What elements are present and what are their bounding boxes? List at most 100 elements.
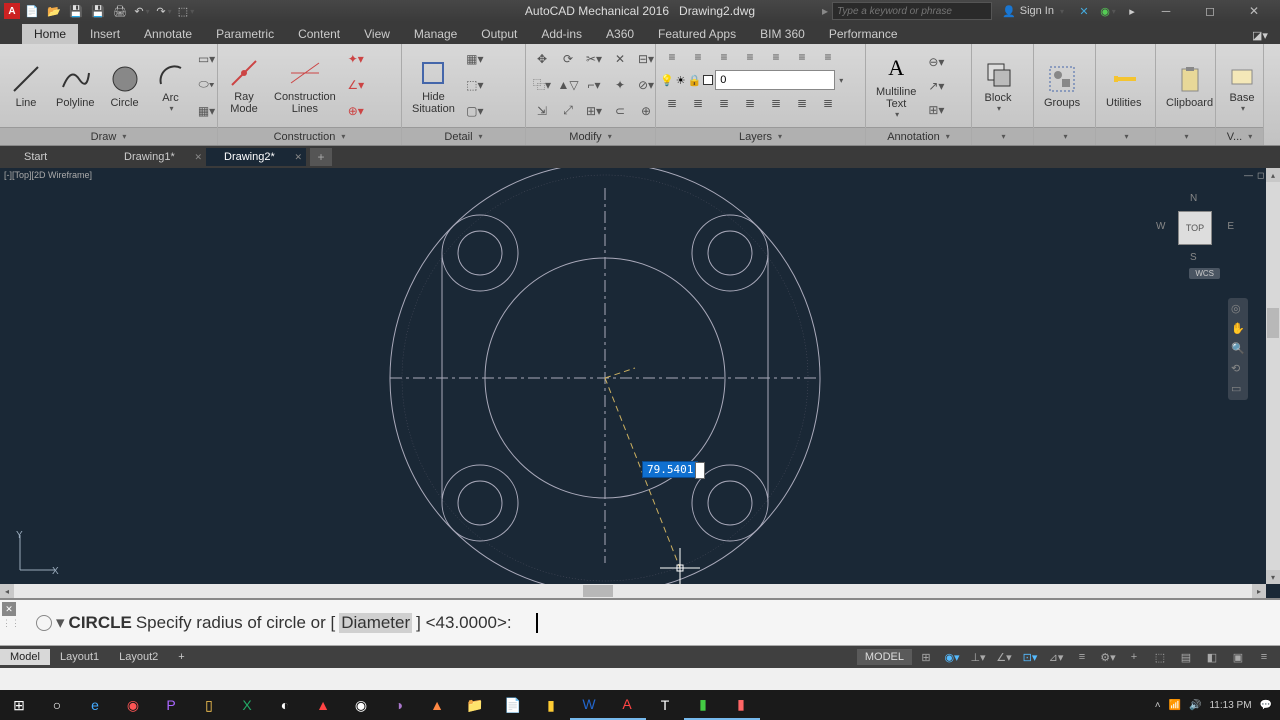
ellipse-icon[interactable]: ⬭▾	[195, 74, 219, 96]
iso-icon[interactable]: ⬚	[1148, 647, 1172, 667]
drawing-canvas[interactable]: [-][Top][2D Wireframe] — ◻ ✕	[0, 168, 1280, 598]
otrack-icon[interactable]: ⊿▾	[1044, 647, 1068, 667]
dim-icon[interactable]: ⊖▾	[924, 51, 948, 73]
groups-button[interactable]: Groups	[1038, 61, 1086, 111]
ribbon-min-icon[interactable]: ◪▾	[1250, 26, 1270, 44]
signin-button[interactable]: 👤 Sign In ▾	[996, 5, 1070, 18]
scroll-up-icon[interactable]: ▴	[1266, 168, 1280, 182]
viewcube-top[interactable]: TOP	[1178, 211, 1212, 245]
lweight-icon[interactable]: ≡	[1070, 647, 1094, 667]
break-icon[interactable]: ⊘▾	[634, 74, 658, 96]
sticky-icon[interactable]: ▮	[532, 690, 570, 720]
qat-redo-icon[interactable]: ↷▾	[154, 2, 174, 20]
grid-icon[interactable]: ⊞	[914, 647, 938, 667]
clock[interactable]: 11:13 PM	[1209, 700, 1251, 711]
utilities-button[interactable]: Utilities	[1100, 61, 1147, 111]
help-search-input[interactable]	[832, 2, 992, 20]
tray-vol-icon[interactable]: 🔊	[1189, 700, 1201, 711]
layer-combo[interactable]	[715, 70, 835, 90]
edge-icon[interactable]: e	[76, 690, 114, 720]
clean-icon[interactable]: ▣	[1226, 647, 1250, 667]
app-logo[interactable]: A	[4, 3, 20, 19]
hatch-icon[interactable]: ▦▾	[195, 100, 219, 122]
layerb6-icon[interactable]: ≣	[790, 92, 814, 114]
scale-icon[interactable]: ⤢	[556, 100, 580, 122]
tab-home[interactable]: Home	[22, 24, 78, 44]
panel-detail-title[interactable]: Detail▾	[402, 127, 525, 145]
app2-icon[interactable]: P	[152, 690, 190, 720]
command-line[interactable]: ✕ ⋮⋮ ▾ CIRCLE Specify radius of circle o…	[0, 598, 1280, 646]
panel-draw-title[interactable]: Draw▾	[0, 127, 217, 145]
notepad-icon[interactable]: 📄	[494, 690, 532, 720]
dynamic-input[interactable]: 79.5401	[642, 461, 698, 478]
matlab-icon[interactable]: ▲	[418, 690, 456, 720]
nav-orbit-icon[interactable]: ⟲	[1231, 362, 1245, 376]
tab-output[interactable]: Output	[469, 24, 529, 44]
cortana-icon[interactable]: ○	[38, 690, 76, 720]
polyline-button[interactable]: Polyline	[50, 61, 101, 111]
block-button[interactable]: Block▾	[976, 56, 1020, 115]
vp-max-icon[interactable]: ◻	[1257, 170, 1264, 181]
close-icon[interactable]: ✕	[294, 152, 302, 163]
notif-icon[interactable]: 💬	[1260, 700, 1272, 711]
qat-more-icon[interactable]: ⬚▾	[176, 2, 196, 20]
detail3-icon[interactable]: ▢▾	[463, 100, 487, 122]
tab-a360[interactable]: A360	[594, 24, 646, 44]
layerb1-icon[interactable]: ≣	[660, 92, 684, 114]
line-button[interactable]: Line	[4, 61, 48, 111]
qat-new-icon[interactable]: 📄	[22, 2, 42, 20]
panel-block-title[interactable]: ▾	[972, 127, 1033, 145]
cline1-icon[interactable]: ✦▾	[344, 48, 368, 70]
tab-content[interactable]: Content	[286, 24, 352, 44]
join-icon[interactable]: ⊕	[634, 100, 658, 122]
detail2-icon[interactable]: ⬚▾	[463, 74, 487, 96]
tab-view[interactable]: View	[352, 24, 402, 44]
folder-icon[interactable]: 📁	[456, 690, 494, 720]
layout-2[interactable]: Layout2	[109, 649, 168, 665]
file-tab-drawing1[interactable]: Drawing1*✕	[106, 148, 206, 166]
annoscale-icon[interactable]: ▤	[1174, 647, 1198, 667]
new-tab-button[interactable]: +	[310, 148, 332, 166]
tab-manage[interactable]: Manage	[402, 24, 469, 44]
stretch-icon[interactable]: ⇲	[530, 100, 554, 122]
scroll-left-icon[interactable]: ◂	[0, 584, 14, 598]
cline3-icon[interactable]: ⊕▾	[344, 100, 368, 122]
layer4-icon[interactable]: ≡	[738, 46, 762, 68]
tray-up-icon[interactable]: ˄	[1155, 700, 1161, 711]
panel-groups-title[interactable]: ▾	[1034, 127, 1095, 145]
autocad-icon[interactable]: A	[608, 690, 646, 720]
qat-save-icon[interactable]: 💾	[66, 2, 86, 20]
tray-net-icon[interactable]: 📶	[1169, 700, 1181, 711]
tab-performance[interactable]: Performance	[817, 24, 910, 44]
workspace-icon[interactable]: ◧	[1200, 647, 1224, 667]
offset-icon[interactable]: ⊂	[608, 100, 632, 122]
clipboard-button[interactable]: Clipboard	[1160, 61, 1219, 111]
snap-icon[interactable]: ◉▾	[940, 647, 964, 667]
layout-1[interactable]: Layout1	[50, 649, 109, 665]
explorer-icon[interactable]: ▯	[190, 690, 228, 720]
space-label[interactable]: MODEL	[857, 649, 912, 665]
tab-insert[interactable]: Insert	[78, 24, 132, 44]
tex-icon[interactable]: T	[646, 690, 684, 720]
cline2-icon[interactable]: ∠▾	[344, 74, 368, 96]
layerb2-icon[interactable]: ≣	[686, 92, 710, 114]
chrome-icon[interactable]: ◉	[342, 690, 380, 720]
minimize-button[interactable]: ─	[1146, 1, 1186, 21]
eclipse-icon[interactable]: ◑	[380, 690, 418, 720]
nav-show-icon[interactable]: ▭	[1231, 382, 1245, 396]
excel-icon[interactable]: X	[228, 690, 266, 720]
tab-parametric[interactable]: Parametric	[204, 24, 286, 44]
qat-open-icon[interactable]: 📂	[44, 2, 64, 20]
detail1-icon[interactable]: ▦▾	[463, 48, 487, 70]
gear-icon[interactable]: ⚙▾	[1096, 647, 1120, 667]
layerb4-icon[interactable]: ≣	[738, 92, 762, 114]
qat-print-icon[interactable]: 🖨	[110, 2, 130, 20]
word-icon[interactable]: W	[570, 690, 608, 720]
base-button[interactable]: Base▾	[1220, 56, 1264, 115]
panel-utilities-title[interactable]: ▾	[1096, 127, 1155, 145]
app4-icon[interactable]: ▮	[684, 690, 722, 720]
maximize-button[interactable]: ◻	[1190, 1, 1230, 21]
hide-button[interactable]: Hide Situation	[406, 55, 461, 117]
tab-annotate[interactable]: Annotate	[132, 24, 204, 44]
cmd-close-icon[interactable]: ✕	[2, 602, 16, 616]
